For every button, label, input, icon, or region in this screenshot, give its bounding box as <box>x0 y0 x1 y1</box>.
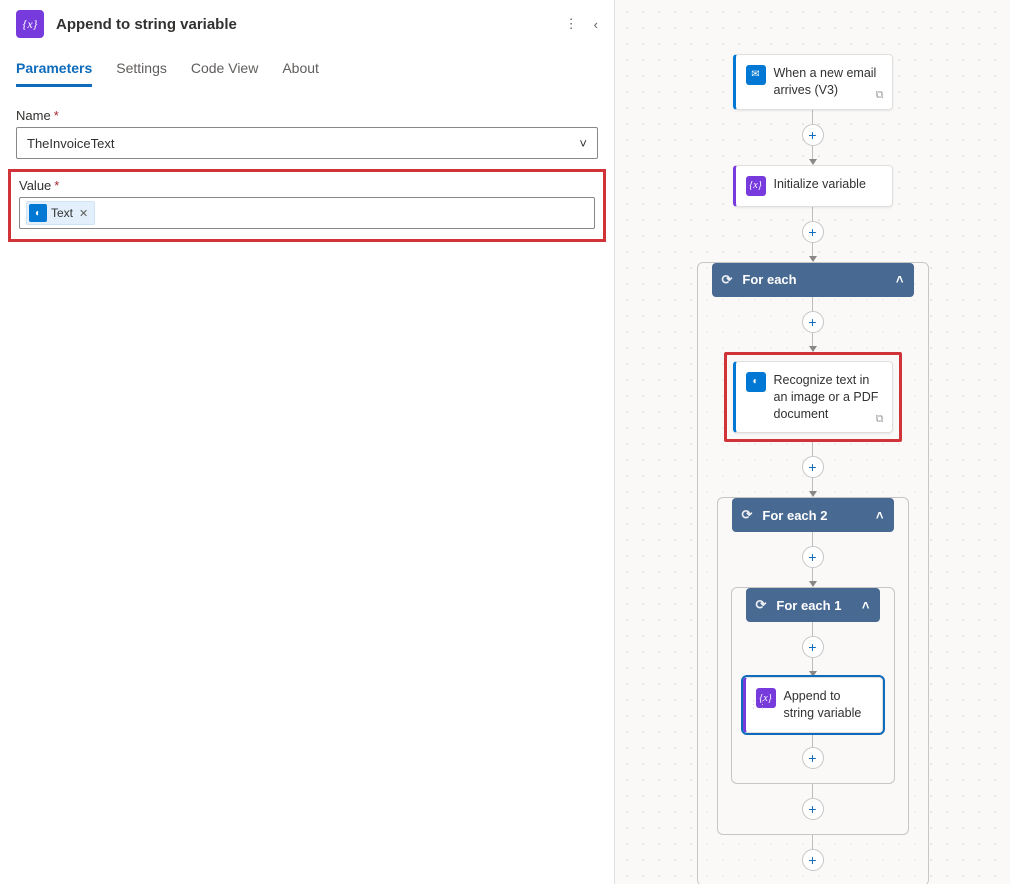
card-email-trigger[interactable]: ✉ When a new email arrives (V3) ⧉ <box>733 54 893 110</box>
loop-icon: ⟳ <box>742 507 753 523</box>
name-label: Name* <box>16 108 598 123</box>
foreach2-container: ⟳ For each 2 ˄ + ⟳ For each 1 ˄ + <box>717 497 909 835</box>
loop-icon: ⟳ <box>722 272 733 288</box>
ocr-card-highlight: ◐ Recognize text in an image or a PDF do… <box>724 352 902 443</box>
value-input[interactable]: ◐ Text ✕ <box>19 197 595 229</box>
drag-handle[interactable]: ⋮⋮ <box>749 699 767 713</box>
tab-settings[interactable]: Settings <box>116 60 167 87</box>
foreach-container: ⟳ For each ˄ + ◐ Recognize text in an im… <box>697 262 929 884</box>
value-label: Value* <box>19 178 595 193</box>
value-field-highlight: Value* ◐ Text ✕ <box>8 169 606 242</box>
add-step-button[interactable]: + <box>802 849 824 871</box>
foreach2-header[interactable]: ⟳ For each 2 ˄ <box>732 498 894 532</box>
tab-code-view[interactable]: Code View <box>191 60 258 87</box>
add-step-button[interactable]: + <box>802 311 824 333</box>
chevron-up-icon[interactable]: ˄ <box>862 598 870 613</box>
name-select[interactable]: TheInvoiceText ˅ <box>16 127 598 159</box>
variable-icon: {x} <box>746 176 766 196</box>
add-step-button[interactable]: + <box>802 636 824 658</box>
link-icon: ⧉ <box>876 412 884 427</box>
loop-icon: ⟳ <box>756 597 767 613</box>
panel-tabs: Parameters Settings Code View About <box>0 48 614 88</box>
add-step-button[interactable]: + <box>802 798 824 820</box>
card-initialize-variable[interactable]: {x} Initialize variable <box>733 165 893 207</box>
foreach1-container: ⟳ For each 1 ˄ + ⋮⋮ {x} Append to string… <box>731 587 895 784</box>
chevron-up-icon[interactable]: ˄ <box>896 272 904 287</box>
flow-column: ✉ When a new email arrives (V3) ⧉ + {x} … <box>718 54 908 884</box>
panel-title: Append to string variable <box>56 16 553 33</box>
variable-icon: {x} <box>16 10 44 38</box>
link-icon: ⧉ <box>876 88 884 103</box>
add-step-button[interactable]: + <box>802 124 824 146</box>
tab-about[interactable]: About <box>282 60 319 87</box>
name-selected-value: TheInvoiceText <box>27 136 114 151</box>
card-recognize-text[interactable]: ◐ Recognize text in an image or a PDF do… <box>733 361 893 434</box>
arrow-down-icon <box>809 346 817 352</box>
add-step-button[interactable]: + <box>802 456 824 478</box>
properties-panel: {x} Append to string variable ⋮ ‹ Parame… <box>0 0 615 884</box>
foreach1-header[interactable]: ⟳ For each 1 ˄ <box>746 588 880 622</box>
foreach1-title: For each 1 <box>776 598 841 613</box>
card-label: Initialize variable <box>774 176 866 193</box>
dynamic-content-icon: ◐ <box>29 204 47 222</box>
arrow-down-icon <box>809 159 817 165</box>
card-label: Recognize text in an image or a PDF docu… <box>774 372 880 423</box>
foreach2-title: For each 2 <box>762 508 827 523</box>
panel-header: {x} Append to string variable ⋮ ‹ <box>0 0 614 48</box>
ocr-icon: ◐ <box>746 372 766 392</box>
token-label: Text <box>51 206 73 220</box>
foreach-title: For each <box>742 272 796 287</box>
more-options-button[interactable]: ⋮ <box>565 16 578 32</box>
add-step-button[interactable]: + <box>802 221 824 243</box>
arrow-down-icon <box>809 256 817 262</box>
chevron-up-icon[interactable]: ˄ <box>876 508 884 523</box>
foreach-header[interactable]: ⟳ For each ˄ <box>712 263 914 297</box>
card-label: When a new email arrives (V3) <box>774 65 880 99</box>
add-step-button[interactable]: + <box>802 546 824 568</box>
card-label: Append to string variable <box>784 688 870 722</box>
parameters-form: Name* TheInvoiceText ˅ Value* ◐ Text ✕ <box>0 88 614 262</box>
tab-parameters[interactable]: Parameters <box>16 60 92 87</box>
chevron-down-icon: ˅ <box>579 136 587 151</box>
add-step-button[interactable]: + <box>802 747 824 769</box>
card-append-string[interactable]: ⋮⋮ {x} Append to string variable <box>743 677 883 733</box>
email-icon: ✉ <box>746 65 766 85</box>
token-remove-button[interactable]: ✕ <box>77 207 90 220</box>
value-token-text[interactable]: ◐ Text ✕ <box>26 201 95 225</box>
collapse-panel-button[interactable]: ‹ <box>594 17 598 32</box>
flow-canvas[interactable]: ✉ When a new email arrives (V3) ⧉ + {x} … <box>615 0 1010 884</box>
